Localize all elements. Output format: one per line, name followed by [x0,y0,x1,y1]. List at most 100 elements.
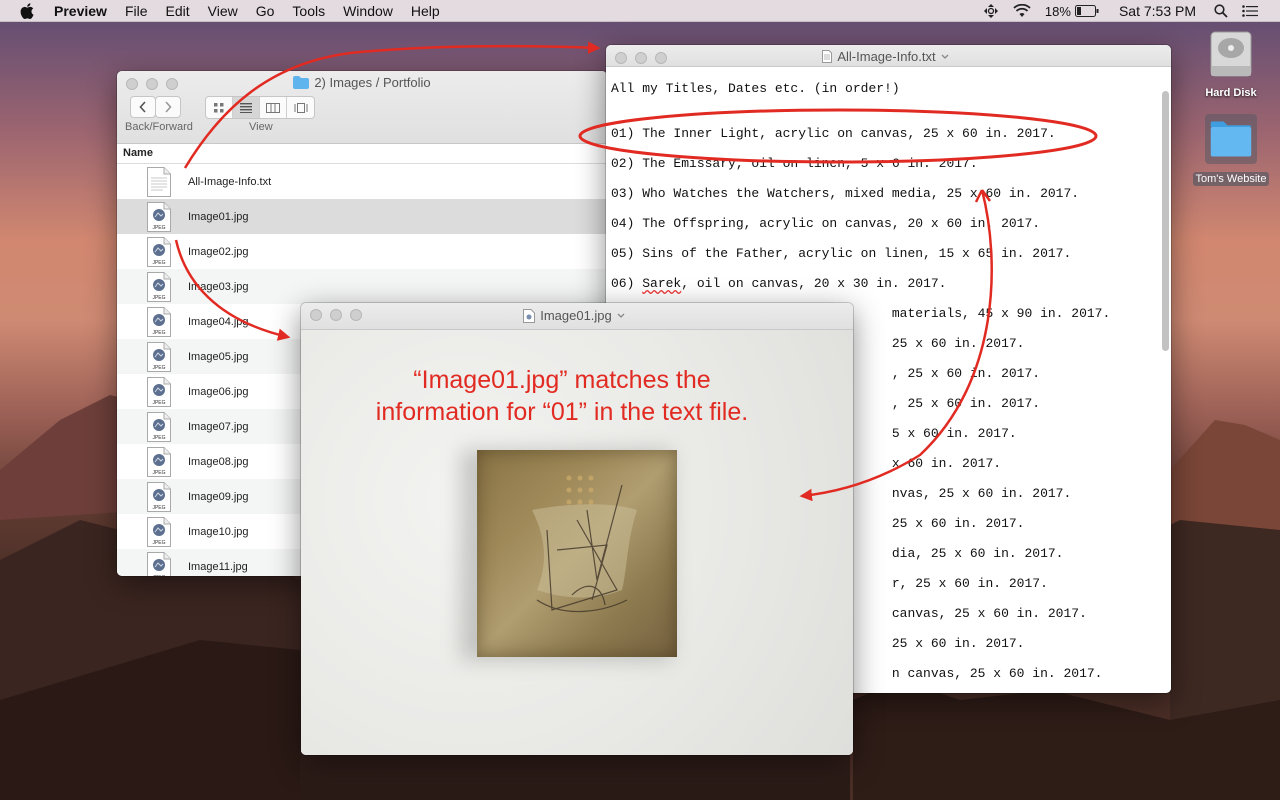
file-name: Image11.jpg [188,560,248,573]
name-column-header[interactable]: Name [117,144,607,164]
annotation-line-2: information for “01” in the text file. [375,398,749,426]
desktop-item-label: Hard Disk [1205,87,1257,99]
grid-icon [214,102,224,112]
battery-icon[interactable] [1074,5,1099,17]
file-row[interactable]: JPEG Image03.jpg [117,269,607,304]
hard-disk-icon [1210,31,1252,77]
annotation-line-1: “Image01.jpg” matches the [413,366,711,394]
jpeg-file-icon: JPEG [147,446,171,477]
file-name: Image06.jpg [188,385,249,398]
textedit-title[interactable]: All-Image-Info.txt [606,49,1171,64]
menu-tools[interactable]: Tools [292,3,325,19]
jpeg-file-icon: JPEG [147,306,171,337]
jpeg-badge-text: JPEG [152,260,165,266]
jpeg-badge-text: JPEG [152,295,165,301]
file-name: Image10.jpg [188,525,249,538]
desktop-item-toms-website[interactable]: Tom's Website [1186,114,1276,187]
text-line: 01) The Inner Light, acrylic on canvas, … [611,126,1056,141]
spotlight-search-icon[interactable] [1214,4,1228,18]
notification-center-icon[interactable] [1242,5,1258,17]
wifi-icon[interactable] [1013,4,1031,18]
chevron-down-icon [617,313,625,318]
chevron-left-icon [139,101,146,113]
list-view-button[interactable] [233,97,260,118]
preview-title-text: Image01.jpg [540,308,612,323]
icon-view-button[interactable] [206,97,233,118]
file-name: Image05.jpg [188,350,249,363]
back-forward-group [130,96,181,118]
file-name: All-Image-Info.txt [188,175,272,188]
menu-window[interactable]: Window [343,3,393,19]
apple-menu-icon[interactable] [20,2,36,19]
desktop-item-hard-disk[interactable]: Hard Disk [1186,28,1276,99]
column-view-button[interactable] [260,97,287,118]
jpeg-badge-text: JPEG [152,330,165,336]
gallery-icon [294,102,307,113]
text-line: 03) Who Watches the Watchers, mixed medi… [611,186,1080,201]
finder-title: 2) Images / Portfolio [117,75,607,90]
jpeg-file-icon: JPEG [147,551,171,577]
text-line: 02) The Emissary, oil on linen, 5 x 6 in… [611,156,978,171]
jpeg-badge-text: JPEG [152,435,165,441]
text-line: All my Titles, Dates etc. (in order!) [611,81,900,96]
file-row[interactable]: JPEG Image01.jpg [117,199,607,234]
textedit-title-text: All-Image-Info.txt [837,49,936,64]
preview-title[interactable]: Image01.jpg [301,308,853,323]
text-document-icon [147,166,171,197]
menubar-clock[interactable]: Sat 7:53 PM [1119,3,1196,19]
gallery-view-button[interactable] [287,97,314,118]
image-canvas[interactable]: “Image01.jpg” matches the information fo… [301,330,853,755]
jpeg-file-icon [523,308,536,323]
jpeg-badge-text: JPEG [152,225,165,231]
file-name: Image08.jpg [188,455,249,468]
chevron-right-icon [165,101,172,113]
menu-help[interactable]: Help [411,3,440,19]
display-mirror-icon[interactable] [983,3,999,19]
chevron-down-icon [941,54,949,59]
menu-go[interactable]: Go [256,3,275,19]
jpeg-badge-text: JPEG [152,365,165,371]
battery-percent: 18% [1044,3,1071,19]
vertical-scrollbar[interactable] [1162,91,1169,351]
file-name: Image04.jpg [188,315,249,328]
menu-edit[interactable]: Edit [166,3,190,19]
file-row[interactable]: All-Image-Info.txt [117,164,607,199]
finder-toolbar: 2) Images / Portfolio Back/Forward View [117,71,607,144]
desktop-item-label: Tom's Website [1192,172,1270,186]
jpeg-file-icon: JPEG [147,376,171,407]
painting-sketch [532,475,637,613]
jpeg-badge-text: JPEG [152,505,165,511]
spelling-error-word: Sarek [642,276,682,291]
menu-view[interactable]: View [208,3,238,19]
columns-icon [266,102,280,113]
view-caption: View [249,121,273,133]
jpeg-badge-text: JPEG [152,575,165,577]
file-name: Image09.jpg [188,490,249,503]
jpeg-file-icon: JPEG [147,236,171,267]
jpeg-file-icon: JPEG [147,481,171,512]
textedit-titlebar: All-Image-Info.txt [606,45,1171,67]
back-forward-caption: Back/Forward [125,121,193,133]
menu-bar: Preview File Edit View Go Tools Window H… [0,0,1280,22]
text-line: 05) Sins of the Father, acrylic on linen… [611,246,1072,261]
jpeg-badge-text: JPEG [152,470,165,476]
preview-image-window: Image01.jpg “Image01.jpg” matches the in… [301,303,853,755]
folder-icon [1205,114,1257,164]
jpeg-file-icon: JPEG [147,516,171,547]
folder-icon [293,76,310,89]
file-name: Image07.jpg [188,420,249,433]
view-mode-group [205,96,315,119]
text-line: 06) Sarek, oil on canvas, 20 x 30 in. 20… [611,276,947,291]
file-name: Image02.jpg [188,245,249,258]
app-menu-preview[interactable]: Preview [54,3,107,19]
menu-file[interactable]: File [125,3,148,19]
list-icon [240,102,252,113]
back-button[interactable] [130,96,156,118]
text-line: 04) The Offspring, acrylic on canvas, 20… [611,216,1041,231]
jpeg-file-icon: JPEG [147,341,171,372]
jpeg-file-icon: JPEG [147,201,171,232]
painting-photo [477,450,677,657]
forward-button[interactable] [155,96,181,118]
file-row[interactable]: JPEG Image02.jpg [117,234,607,269]
preview-titlebar: Image01.jpg [301,303,853,330]
